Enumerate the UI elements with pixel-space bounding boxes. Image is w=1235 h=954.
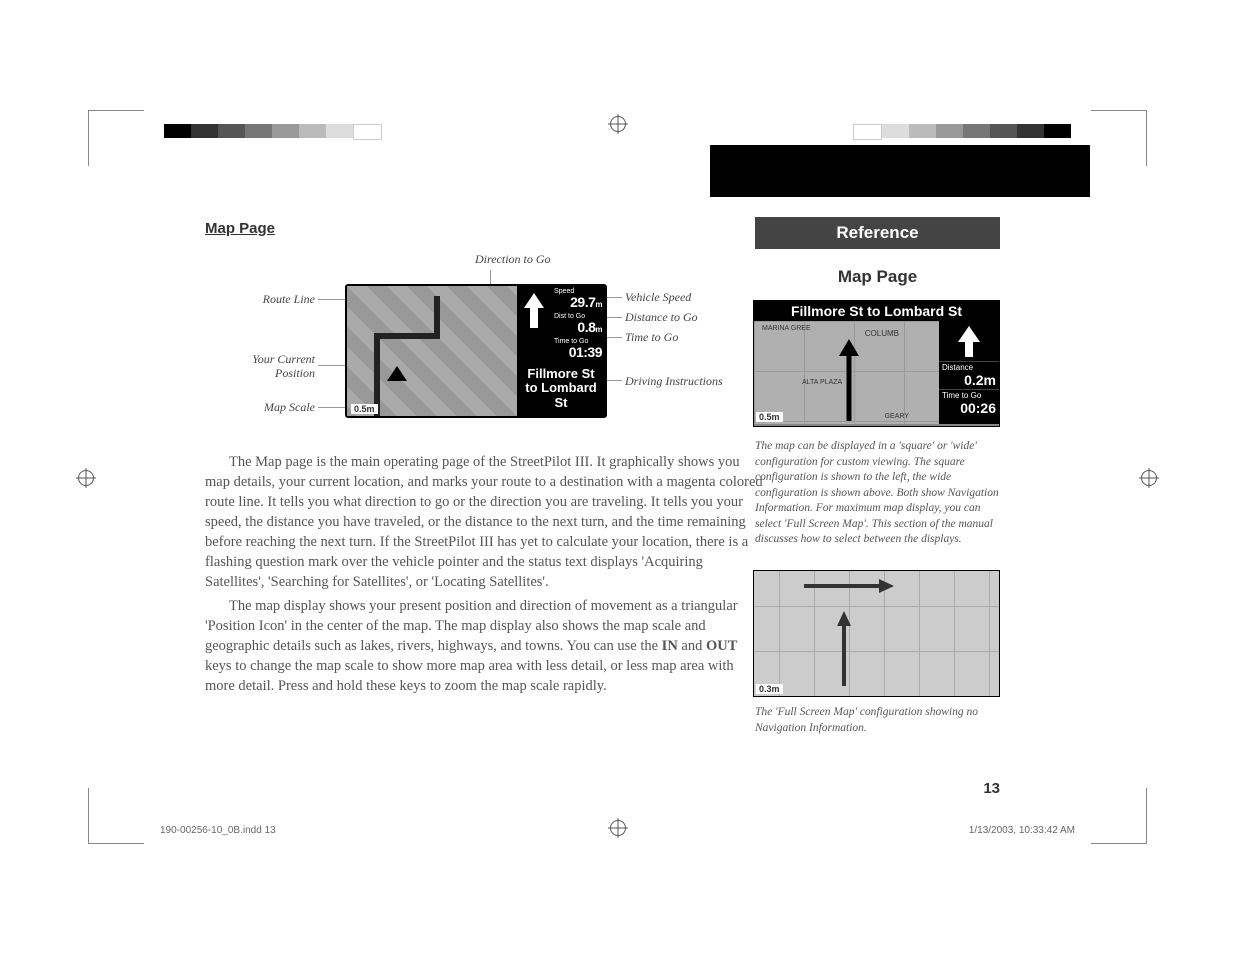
crop-mark (1091, 110, 1147, 166)
paragraph-2: The map display shows your present posit… (205, 596, 765, 696)
registration-mark-icon (78, 470, 94, 486)
label-position-2: Position (205, 366, 315, 381)
paragraph-1: The Map page is the main operating page … (205, 452, 765, 592)
map-area: 0.5m (347, 286, 517, 416)
crop-mark (88, 110, 144, 166)
time-row: Time to Go 00:26 (939, 389, 999, 417)
sidebar-page-title: Map Page (755, 267, 1000, 287)
driving-instructions: Fillmore St to Lombard St (517, 361, 605, 416)
label-position-1: Your Current (205, 352, 315, 367)
label-time: Time to Go (625, 330, 678, 345)
section-title: Map Page (205, 220, 765, 237)
dist-box: Dist to Go 0.8m (551, 311, 605, 336)
label-instr: Driving Instructions (625, 374, 723, 389)
page-content: Map Page Direction to Go Route Line Your… (145, 145, 1090, 809)
sidebar-screen-full: 0.3m (753, 570, 1000, 697)
caption-1: The map can be displayed in a 'square' o… (755, 439, 1000, 548)
speed-box: Speed 29.7m (551, 286, 605, 311)
label-scale: Map Scale (205, 400, 315, 415)
sidebar-screen-wide: Fillmore St to Lombard St COLUMB MARINA … (753, 300, 1000, 427)
color-bar (853, 124, 1071, 140)
callout-line (490, 270, 491, 285)
footer: 190-00256-10_0B.indd 13 1/13/2003, 10:33… (160, 825, 1075, 836)
route-arrows-icon (754, 571, 999, 696)
map-scale: 0.3m (756, 684, 783, 694)
route-line-icon (347, 286, 517, 416)
label-direction: Direction to Go (475, 252, 551, 267)
time-box: Time to Go 01:39 (551, 336, 605, 361)
registration-mark-icon (610, 116, 626, 132)
map-scale: 0.5m (756, 412, 783, 422)
distance-row: Distance 0.2m (939, 361, 999, 389)
main-column: Map Page Direction to Go Route Line Your… (145, 145, 795, 809)
map-scale: 0.5m (351, 404, 378, 414)
page-number: 13 (983, 780, 1000, 797)
label-route: Route Line (205, 292, 315, 307)
crop-mark (1091, 788, 1147, 844)
caption-2: The 'Full Screen Map' configuration show… (755, 705, 1000, 736)
label-dist: Distance to Go (625, 310, 698, 325)
footer-file: 190-00256-10_0B.indd 13 (160, 825, 276, 836)
map-area: 0.3m (754, 571, 999, 696)
map-page-diagram: Direction to Go Route Line Your Current … (205, 252, 765, 427)
route-arrow-icon (754, 321, 939, 424)
registration-mark-icon (1141, 470, 1157, 486)
screen-info-panel: Speed 29.7m Dist to Go 0.8m Time to Go 0… (517, 286, 605, 416)
sidebar-column: Reference Map Page Fillmore St to Lombar… (795, 145, 1090, 809)
color-bar (164, 124, 382, 140)
reference-title: Reference (755, 217, 1000, 249)
direction-arrow-icon (519, 288, 549, 336)
body-text: The Map page is the main operating page … (205, 452, 765, 696)
crop-mark (88, 788, 144, 844)
direction-arrow-icon (939, 321, 999, 361)
map-area: COLUMB MARINA GREE ALTA PLAZA GEARY 0.5m (754, 321, 939, 424)
label-speed: Vehicle Speed (625, 290, 691, 305)
device-screen: 0.5m Speed 29.7m Dist to Go 0.8m (345, 284, 607, 418)
header-black-bar (710, 145, 1090, 197)
info-panel: Distance 0.2m Time to Go 00:26 (939, 321, 999, 424)
screen-title: Fillmore St to Lombard St (754, 301, 999, 321)
footer-timestamp: 1/13/2003, 10:33:42 AM (969, 825, 1075, 836)
